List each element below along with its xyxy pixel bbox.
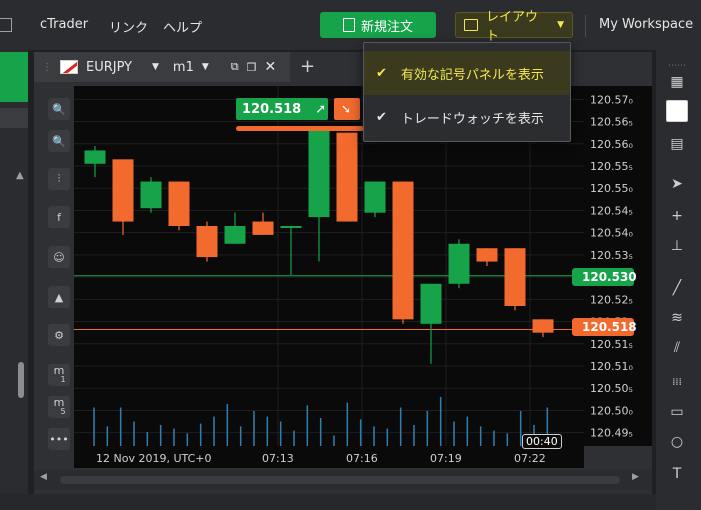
arrow-up-right-icon: ➚ xyxy=(315,101,327,117)
chart-settings-icon[interactable]: ⚙ xyxy=(48,324,70,346)
candle-body xyxy=(392,181,414,320)
more-icon[interactable]: ••• xyxy=(48,428,70,450)
candle-body xyxy=(140,181,162,209)
check-icon: ✔ xyxy=(376,109,387,125)
spread-bar xyxy=(236,126,364,131)
candle-body xyxy=(112,159,134,222)
buy-price: 120.518 xyxy=(242,101,302,117)
candle-body xyxy=(364,181,386,213)
price-tick-label: 120.49₅ xyxy=(590,427,633,440)
single-layout-icon[interactable] xyxy=(666,100,688,122)
price-tick-label: 120.55₀ xyxy=(590,182,633,195)
candle-body xyxy=(280,226,302,228)
chart-type-icon[interactable]: ⫶ xyxy=(48,168,70,190)
time-tick-label: 07:19 xyxy=(430,452,462,465)
grid-layout-icon[interactable]: ▦ xyxy=(664,70,690,94)
candle-body xyxy=(336,132,358,222)
candle-body xyxy=(532,319,554,333)
fibonacci-icon[interactable]: ≋ xyxy=(664,306,690,330)
candle-body xyxy=(84,150,106,164)
split-layout-icon[interactable]: ▤ xyxy=(664,132,690,156)
crosshair-icon[interactable]: + xyxy=(664,204,690,228)
menu-item-label: トレードウォッチを表示 xyxy=(400,111,544,127)
candle-body xyxy=(448,243,470,284)
menu-item-show-symbol-panel[interactable]: ✔ 有効な記号パネルを表示 xyxy=(364,51,570,95)
ask-price-label: 120.518 xyxy=(572,318,637,336)
scroll-right-icon[interactable]: ▶ xyxy=(632,472,639,482)
price-tick-label: 120.54₀ xyxy=(590,227,633,240)
time-tick-label: 07:16 xyxy=(346,452,378,465)
cursor-icon[interactable]: ➤ xyxy=(664,172,690,196)
bottom-panel xyxy=(0,494,701,510)
price-tick-label: 120.54₅ xyxy=(590,204,633,217)
candle-body xyxy=(476,248,498,262)
date-label: 12 Nov 2019, UTC+0 xyxy=(96,452,212,465)
cursor-time-label: 00:40 xyxy=(522,434,562,449)
channel-icon[interactable]: ⫽ xyxy=(664,336,690,360)
scrollbar-thumb[interactable] xyxy=(60,476,620,484)
sell-quote-button[interactable]: ➘ xyxy=(334,98,360,120)
facebook-icon[interactable]: f xyxy=(48,206,70,228)
fib-retracement-icon[interactable]: ⁞⁞⁞ xyxy=(664,370,690,394)
layout-dropdown-menu: ✔ 有効な記号パネルを表示 ✔ トレードウォッチを表示 xyxy=(363,42,571,142)
candle-body xyxy=(420,283,442,324)
bid-price-label: 120.530 xyxy=(572,268,637,286)
robot-icon[interactable]: ☺ xyxy=(48,246,70,268)
candle-body xyxy=(196,226,218,258)
price-tick-label: 120.56₀ xyxy=(590,138,633,151)
menu-item-label: 有効な記号パネルを表示 xyxy=(400,67,544,83)
ellipse-icon[interactable]: ○ xyxy=(664,430,690,454)
price-tick-label: 120.55₅ xyxy=(590,160,633,173)
template-icon[interactable]: ▲ xyxy=(48,286,70,308)
candle-body xyxy=(168,181,190,226)
menu-item-show-trade-watch[interactable]: ✔ トレードウォッチを表示 xyxy=(364,95,570,139)
zoom-out-icon[interactable]: 🔍 xyxy=(48,130,70,152)
buy-quote-button[interactable]: 120.518 ➚ xyxy=(236,98,328,120)
candle-body xyxy=(224,226,246,244)
price-tick-label: 120.51₀ xyxy=(590,360,633,373)
arrow-down-right-icon: ➘ xyxy=(341,102,352,116)
price-tick-label: 120.53₅ xyxy=(590,249,633,262)
price-tick-label: 120.56₅ xyxy=(590,116,633,129)
price-tick-label: 120.52₅ xyxy=(590,293,633,306)
time-tick-label: 07:13 xyxy=(262,452,294,465)
candle-body xyxy=(308,128,330,218)
price-tick-label: 120.57₀ xyxy=(590,93,633,106)
trend-line-icon[interactable]: ╱ xyxy=(664,276,690,300)
time-tick-label: 07:22 xyxy=(514,452,546,465)
price-tick-label: 120.50₀ xyxy=(590,404,633,417)
rectangle-icon[interactable]: ▭ xyxy=(664,400,690,424)
candle-body xyxy=(504,248,526,306)
check-icon: ✔ xyxy=(376,65,387,81)
scroll-left-icon[interactable]: ◀ xyxy=(40,472,47,482)
text-icon[interactable]: T xyxy=(664,462,690,486)
timeframe-m5-button[interactable]: m5 xyxy=(48,396,70,418)
candlestick-chart: 120.57₀ 120.56₅ 120.56₀ 120.55₅ 120.55₀ 120.5… xyxy=(74,86,633,465)
price-tick-label: 120.51₅ xyxy=(590,338,633,351)
candle-body xyxy=(252,221,274,235)
horizontal-line-icon[interactable]: ⊥ xyxy=(664,234,690,258)
price-tick-label: 120.50₅ xyxy=(590,382,633,395)
zoom-in-icon[interactable]: 🔍 xyxy=(48,98,70,120)
timeframe-m1-button[interactable]: m1 xyxy=(48,364,70,386)
